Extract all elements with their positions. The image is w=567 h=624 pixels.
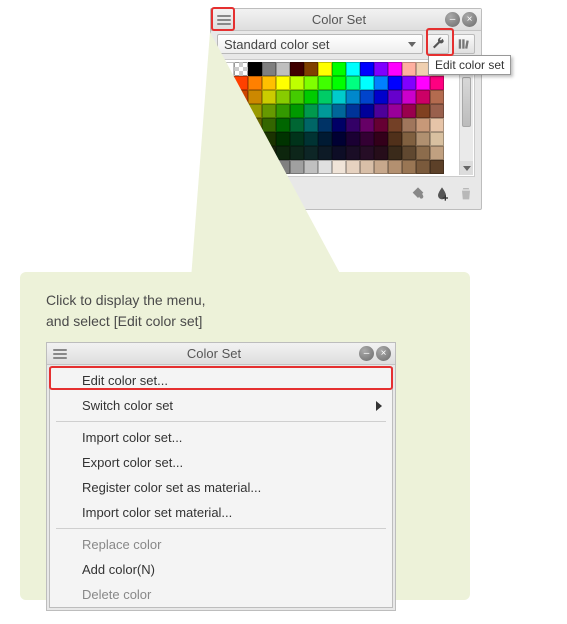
chevron-down-icon <box>408 42 416 47</box>
color-swatch[interactable] <box>388 118 402 132</box>
color-swatch[interactable] <box>360 104 374 118</box>
color-swatch[interactable] <box>374 62 388 76</box>
wrench-icon <box>431 37 445 51</box>
color-swatch[interactable] <box>374 90 388 104</box>
color-swatch[interactable] <box>430 76 444 90</box>
color-swatch[interactable] <box>430 104 444 118</box>
menu-register-material[interactable]: Register color set as material... <box>50 475 392 500</box>
bucket-icon[interactable] <box>409 185 427 203</box>
color-swatch[interactable] <box>360 76 374 90</box>
add-drop-icon[interactable] <box>433 185 451 203</box>
library-icon <box>457 37 471 51</box>
color-swatch[interactable] <box>360 132 374 146</box>
instruction-callout: Click to display the menu, and select [E… <box>20 272 470 600</box>
scroll-thumb[interactable] <box>462 77 471 127</box>
color-swatch[interactable] <box>416 118 430 132</box>
menu-export-color-set[interactable]: Export color set... <box>50 450 392 475</box>
color-swatch[interactable] <box>374 132 388 146</box>
color-swatch[interactable] <box>402 118 416 132</box>
color-swatch[interactable] <box>402 62 416 76</box>
menu-add-color[interactable]: Add color(N) <box>50 557 392 582</box>
minimize-button[interactable]: – <box>359 346 374 361</box>
color-swatch[interactable] <box>360 118 374 132</box>
tooltip-text: Edit color set <box>435 58 504 72</box>
color-swatch[interactable] <box>430 146 444 160</box>
color-swatch[interactable] <box>416 104 430 118</box>
color-swatch[interactable] <box>360 146 374 160</box>
menu-separator <box>56 528 386 529</box>
menu-separator <box>56 421 386 422</box>
color-swatch[interactable] <box>360 160 374 174</box>
menu-import-material[interactable]: Import color set material... <box>50 500 392 525</box>
color-swatch[interactable] <box>374 118 388 132</box>
color-swatch[interactable] <box>402 76 416 90</box>
panel-menu-icon[interactable] <box>215 12 233 28</box>
color-swatch[interactable] <box>388 160 402 174</box>
panel-title: Color Set <box>233 12 445 27</box>
color-swatch[interactable] <box>388 132 402 146</box>
panel-title: Color Set <box>69 346 359 361</box>
color-swatch[interactable] <box>388 62 402 76</box>
color-swatch[interactable] <box>430 90 444 104</box>
titlebar: Color Set – × <box>211 9 481 31</box>
scrollbar[interactable] <box>459 61 473 175</box>
titlebar: Color Set – × <box>47 343 395 365</box>
panel-menu-icon[interactable] <box>51 346 69 362</box>
color-swatch[interactable] <box>374 160 388 174</box>
color-swatch[interactable] <box>402 146 416 160</box>
color-swatch[interactable] <box>416 146 430 160</box>
color-swatch[interactable] <box>388 146 402 160</box>
color-swatch[interactable] <box>402 90 416 104</box>
close-button[interactable]: × <box>376 346 391 361</box>
menu-edit-color-set[interactable]: Edit color set... <box>50 368 392 393</box>
menu-delete-color[interactable]: Delete color <box>50 582 392 607</box>
close-button[interactable]: × <box>462 12 477 27</box>
color-swatch[interactable] <box>388 76 402 90</box>
edit-color-set-button[interactable] <box>427 34 449 54</box>
color-swatch[interactable] <box>430 118 444 132</box>
color-swatch[interactable] <box>416 76 430 90</box>
minimize-button[interactable]: – <box>445 12 460 27</box>
color-swatch[interactable] <box>388 90 402 104</box>
menu-switch-color-set[interactable]: Switch color set <box>50 393 392 418</box>
scroll-down-icon[interactable] <box>460 161 473 175</box>
menu-replace-color[interactable]: Replace color <box>50 532 392 557</box>
color-swatch[interactable] <box>360 62 374 76</box>
color-swatch[interactable] <box>374 104 388 118</box>
menu-import-color-set[interactable]: Import color set... <box>50 425 392 450</box>
color-swatch[interactable] <box>402 132 416 146</box>
color-swatch[interactable] <box>388 104 402 118</box>
color-swatch[interactable] <box>374 146 388 160</box>
color-swatch[interactable] <box>402 160 416 174</box>
submenu-arrow-icon <box>376 401 382 411</box>
color-swatch[interactable] <box>430 132 444 146</box>
color-swatch[interactable] <box>416 90 430 104</box>
color-swatch[interactable] <box>360 90 374 104</box>
color-swatch[interactable] <box>374 76 388 90</box>
library-button[interactable] <box>453 34 475 54</box>
trash-icon[interactable] <box>457 185 475 203</box>
color-swatch[interactable] <box>416 132 430 146</box>
callout-text: Click to display the menu, and select [E… <box>46 290 450 332</box>
tooltip: Edit color set <box>428 55 511 75</box>
color-set-panel-menu-open: Color Set – × Edit color set... Switch c… <box>46 342 396 611</box>
color-swatch[interactable] <box>416 160 430 174</box>
panel-menu: Edit color set... Switch color set Impor… <box>49 367 393 608</box>
color-swatch[interactable] <box>430 160 444 174</box>
color-swatch[interactable] <box>402 104 416 118</box>
